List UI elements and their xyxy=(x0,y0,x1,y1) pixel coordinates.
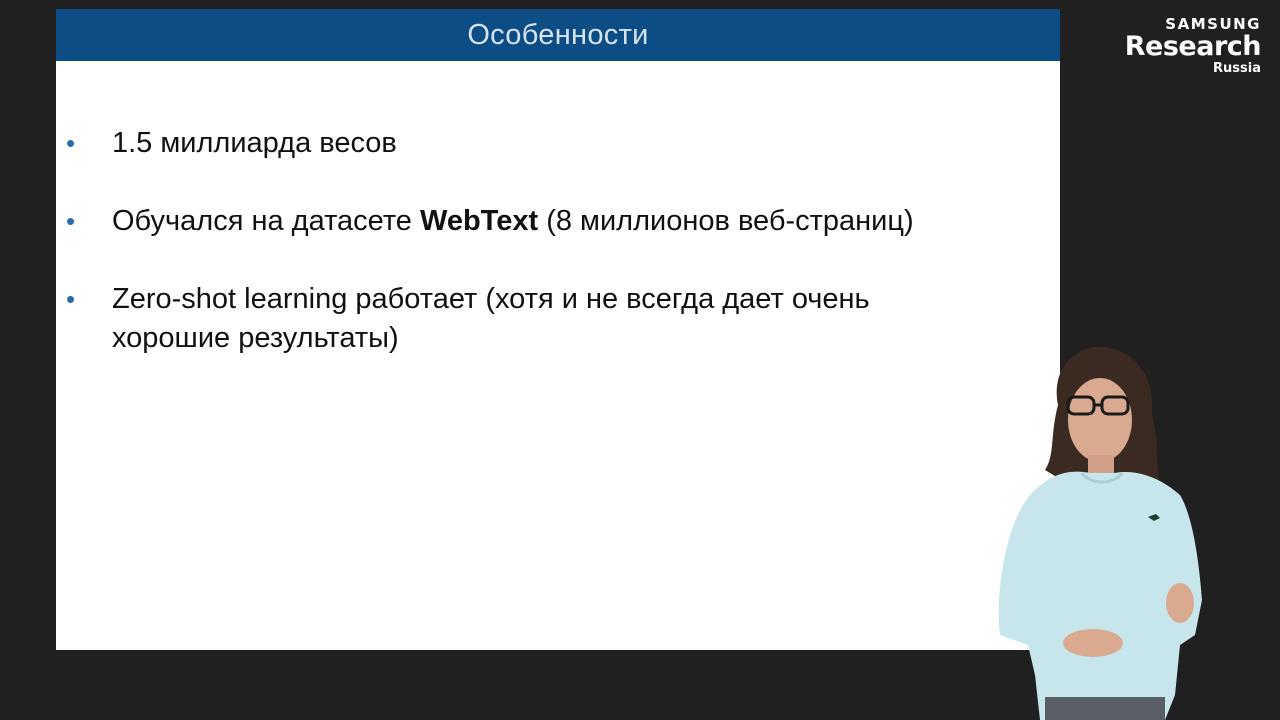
bullet-marker: • xyxy=(66,128,76,158)
logo-line-russia: Russia xyxy=(1213,61,1261,76)
bullet-text-part: (8 миллионов веб-страниц) xyxy=(538,205,914,237)
bullet-marker: • xyxy=(66,284,76,314)
presenter-figure-icon xyxy=(998,346,1202,720)
slide-title: Особенности xyxy=(467,18,649,51)
slide-header: Особенности xyxy=(56,9,1060,61)
logo-line-research: Research xyxy=(1124,31,1262,62)
bullet-text: Обучался на датасете WebText (8 миллионо… xyxy=(112,202,1032,241)
bullet-text: 1.5 миллиарда весов xyxy=(112,127,397,159)
samsung-research-logo: SAMSUNG Research Russia xyxy=(1124,16,1262,77)
bullet-marker: • xyxy=(66,206,76,236)
bullet-text-part: Обучался на датасете xyxy=(112,205,420,237)
slide-panel: Особенности • 1.5 миллиарда весов • Обуч… xyxy=(56,9,1060,650)
bullet-text: Zero-shot learning работает (хотя и не в… xyxy=(112,283,870,354)
bullet-text-bold: WebText xyxy=(419,205,539,237)
